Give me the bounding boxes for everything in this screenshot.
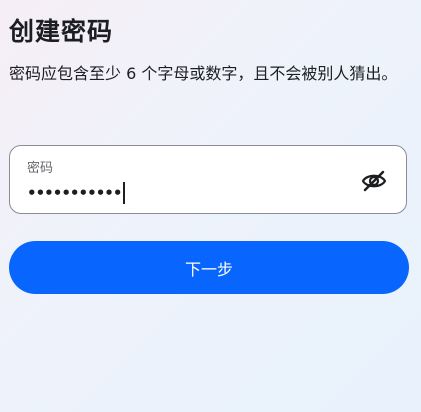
create-password-screen: 创建密码 密码应包含至少 6 个字母或数字，且不会被别人猜出。 密码 •••••… [0,0,421,412]
toggle-password-visibility-button[interactable] [359,166,389,196]
password-field-label: 密码 [27,161,54,176]
password-masked-value: ••••••••••• [27,184,122,202]
eye-slash-icon [361,170,387,192]
page-description: 密码应包含至少 6 个字母或数字，且不会被别人猜出。 [9,64,398,83]
page-title: 创建密码 [9,17,114,46]
password-input[interactable]: ••••••••••• [27,182,126,204]
text-caret [123,182,126,204]
password-field[interactable]: 密码 ••••••••••• [9,145,407,214]
next-button[interactable]: 下一步 [9,241,409,294]
